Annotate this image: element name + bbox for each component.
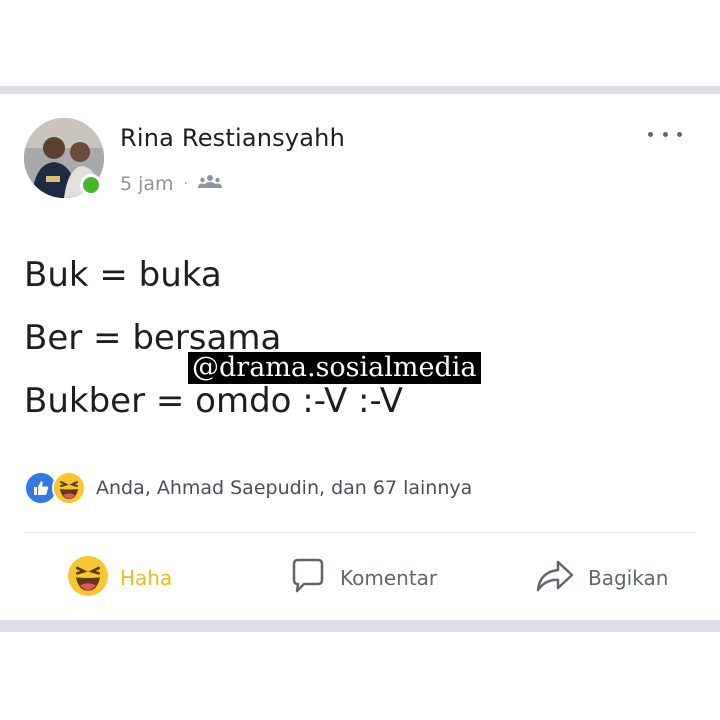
share-label: Bagikan [588, 566, 669, 590]
post-meta: 5 jam · [120, 172, 223, 196]
author-name[interactable]: Rina Restiansyahh [120, 124, 345, 152]
reactions-summary[interactable]: Anda, Ahmad Saepudin, dan 67 lainnya [24, 471, 473, 505]
haha-button[interactable]: Haha [68, 556, 172, 600]
haha-label: Haha [120, 566, 173, 590]
post-timestamp[interactable]: 5 jam [120, 173, 174, 195]
post-text: Buk = buka Ber = bersama Bukber = omdo :… [24, 244, 684, 433]
online-status-indicator [80, 174, 102, 196]
reactions-text: Anda, Ahmad Saepudin, dan 67 lainnya [96, 477, 473, 499]
share-button[interactable]: Bagikan [534, 556, 668, 600]
comment-label: Komentar [340, 566, 438, 590]
comment-icon [288, 556, 328, 600]
post-card: Rina Restiansyahh 5 jam · Buk = buka Ber… [0, 94, 720, 620]
haha-reaction-icon [68, 556, 108, 600]
reaction-icons [24, 471, 86, 505]
meta-separator-dot: · [183, 176, 189, 192]
friends-icon [198, 173, 223, 195]
top-blank-area [0, 0, 720, 86]
post-text-line: Buk = buka [24, 255, 222, 295]
screenshot-page: Rina Restiansyahh 5 jam · Buk = buka Ber… [0, 0, 720, 720]
actions-divider [24, 532, 696, 533]
more-dot [677, 131, 682, 137]
comment-button[interactable]: Komentar [288, 556, 437, 600]
share-icon [534, 556, 576, 600]
more-dot [648, 131, 653, 137]
haha-icon [52, 471, 86, 505]
more-dot [662, 131, 668, 137]
feed-separator-top [0, 86, 720, 94]
watermark: @drama.sosialmedia [188, 352, 481, 384]
more-options-icon[interactable] [648, 124, 682, 144]
feed-separator-bottom [0, 620, 720, 632]
